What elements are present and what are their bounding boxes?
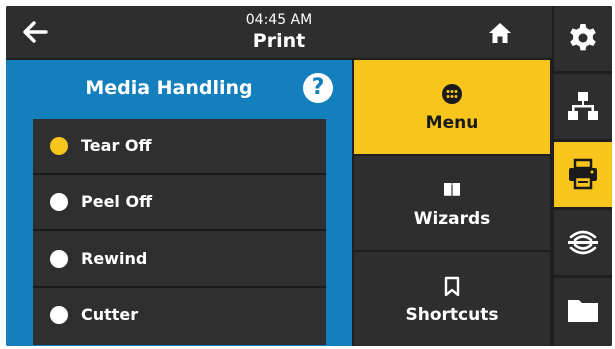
network-button[interactable] xyxy=(554,74,612,139)
option-cutter[interactable]: Cutter xyxy=(33,288,326,342)
rfid-icon xyxy=(568,230,598,255)
option-label: Peel Off xyxy=(81,192,153,211)
option-rewind[interactable]: Rewind xyxy=(33,232,326,288)
option-peel-off[interactable]: Peel Off xyxy=(33,175,326,231)
rfid-button[interactable] xyxy=(554,210,612,275)
option-label: Cutter xyxy=(81,305,139,324)
home-button[interactable] xyxy=(488,22,512,44)
menu-label: Menu xyxy=(425,113,479,133)
shortcuts-button[interactable]: Shortcuts xyxy=(354,252,550,346)
option-label: Rewind xyxy=(81,249,148,268)
bookmark-icon xyxy=(444,276,460,296)
clock: 04:45 AM xyxy=(245,12,313,28)
wizards-button[interactable]: Wizards xyxy=(354,156,550,250)
network-icon xyxy=(568,92,598,120)
wizards-label: Wizards xyxy=(413,209,491,229)
top-bar: 04:45 AM Print xyxy=(6,6,552,58)
shortcuts-label: Shortcuts xyxy=(405,305,499,325)
gear-icon xyxy=(570,24,596,51)
option-tear-off[interactable]: Tear Off xyxy=(33,119,326,175)
option-label: Tear Off xyxy=(81,136,152,155)
media-handling-options: Tear Off Peel Off Rewind Cutter xyxy=(33,119,326,345)
menu-dots-icon xyxy=(442,84,462,104)
panel-title: Media Handling xyxy=(85,77,253,99)
radio-unselected-icon xyxy=(50,193,68,211)
storage-button[interactable] xyxy=(554,278,612,346)
main-nav: Menu Wizards Shortcuts xyxy=(354,60,550,346)
folder-icon xyxy=(568,300,598,322)
print-button[interactable] xyxy=(554,142,612,207)
page-title: Print xyxy=(252,30,306,52)
side-rail xyxy=(552,6,612,346)
help-button[interactable]: ? xyxy=(303,73,333,103)
book-icon xyxy=(444,183,460,197)
radio-unselected-icon xyxy=(50,250,68,268)
radio-unselected-icon xyxy=(50,306,68,324)
printer-screen: 04:45 AM Print Media Handling ? Tear Off… xyxy=(6,6,612,346)
menu-button[interactable]: Menu xyxy=(354,60,550,154)
radio-selected-icon xyxy=(50,137,68,155)
settings-button[interactable] xyxy=(554,6,612,71)
media-handling-panel: Media Handling ? Tear Off Peel Off Rewin… xyxy=(6,60,352,346)
home-icon xyxy=(489,23,511,43)
printer-icon xyxy=(569,158,597,190)
